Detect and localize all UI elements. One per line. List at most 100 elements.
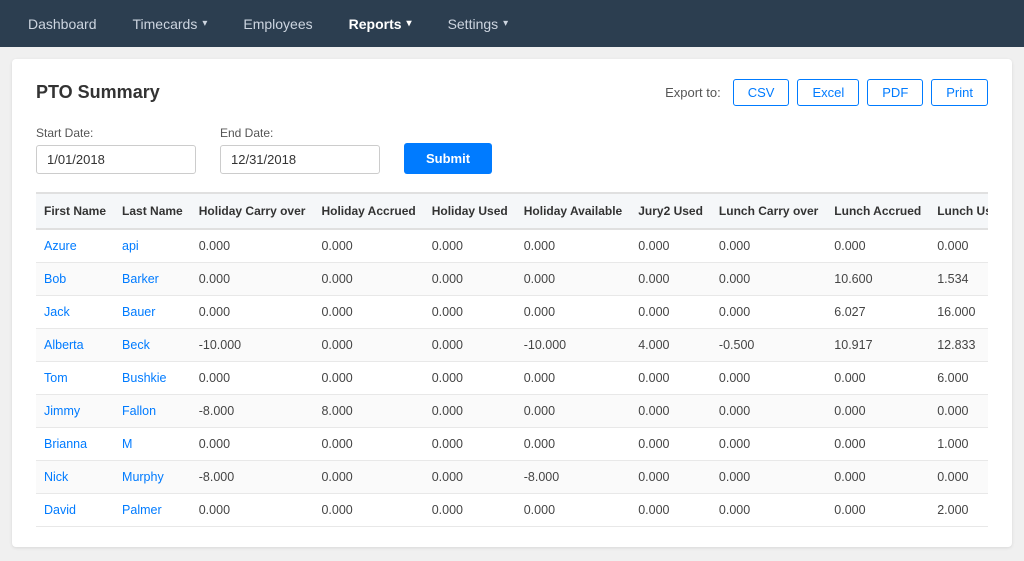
col-lunch-used: Lunch Used	[929, 193, 988, 229]
cell-hco: 0.000	[191, 296, 314, 329]
end-date-input[interactable]	[220, 145, 380, 174]
cell-lco: 0.000	[711, 428, 826, 461]
start-date-input[interactable]	[36, 145, 196, 174]
cell-lco: 0.000	[711, 296, 826, 329]
cell-lu: 16.000	[929, 296, 988, 329]
cell-ha: 0.000	[313, 461, 423, 494]
cell-hu: 0.000	[424, 395, 516, 428]
cell-la: 0.000	[826, 395, 929, 428]
cell-j2u: 0.000	[630, 395, 711, 428]
table-row: BobBarker0.0000.0000.0000.0000.0000.0001…	[36, 263, 988, 296]
nav-settings[interactable]: Settings ▾	[430, 0, 527, 47]
chevron-down-icon-reports: ▾	[407, 18, 412, 29]
cell-hu: 0.000	[424, 461, 516, 494]
export-label: Export to:	[665, 85, 721, 100]
cell-first-name[interactable]: Jack	[36, 296, 114, 329]
cell-ha: 0.000	[313, 329, 423, 362]
page-header: PTO Summary Export to: CSV Excel PDF Pri…	[36, 79, 988, 106]
cell-last-name[interactable]: Fallon	[114, 395, 191, 428]
export-csv-button[interactable]: CSV	[733, 79, 790, 106]
cell-j2u: 0.000	[630, 428, 711, 461]
cell-j2u: 0.000	[630, 296, 711, 329]
table-row: TomBushkie0.0000.0000.0000.0000.0000.000…	[36, 362, 988, 395]
cell-last-name[interactable]: Barker	[114, 263, 191, 296]
cell-j2u: 0.000	[630, 263, 711, 296]
nav-timecards-label: Timecards	[133, 16, 198, 32]
cell-first-name[interactable]: Brianna	[36, 428, 114, 461]
cell-lco: 0.000	[711, 263, 826, 296]
col-holiday-accrued: Holiday Accrued	[313, 193, 423, 229]
cell-hco: -10.000	[191, 329, 314, 362]
nav-reports[interactable]: Reports ▾	[331, 0, 430, 47]
cell-hav: -8.000	[516, 461, 630, 494]
cell-last-name[interactable]: M	[114, 428, 191, 461]
cell-ha: 0.000	[313, 494, 423, 527]
table-row: AlbertaBeck-10.0000.0000.000-10.0004.000…	[36, 329, 988, 362]
cell-hco: -8.000	[191, 395, 314, 428]
export-pdf-button[interactable]: PDF	[867, 79, 923, 106]
cell-hco: 0.000	[191, 263, 314, 296]
cell-lco: -0.500	[711, 329, 826, 362]
cell-first-name[interactable]: Nick	[36, 461, 114, 494]
start-date-field: Start Date:	[36, 126, 196, 174]
cell-first-name[interactable]: Alberta	[36, 329, 114, 362]
export-excel-button[interactable]: Excel	[797, 79, 859, 106]
cell-la: 0.000	[826, 229, 929, 263]
cell-lu: 0.000	[929, 229, 988, 263]
cell-hav: 0.000	[516, 428, 630, 461]
nav-timecards[interactable]: Timecards ▾	[115, 0, 226, 47]
cell-hav: 0.000	[516, 395, 630, 428]
table-row: BriannaM0.0000.0000.0000.0000.0000.0000.…	[36, 428, 988, 461]
col-lunch-accrued: Lunch Accrued	[826, 193, 929, 229]
cell-hco: 0.000	[191, 428, 314, 461]
table-row: Azureapi0.0000.0000.0000.0000.0000.0000.…	[36, 229, 988, 263]
cell-hav: 0.000	[516, 263, 630, 296]
nav-dashboard[interactable]: Dashboard	[10, 0, 115, 47]
cell-first-name[interactable]: Azure	[36, 229, 114, 263]
cell-last-name[interactable]: api	[114, 229, 191, 263]
table-body: Azureapi0.0000.0000.0000.0000.0000.0000.…	[36, 229, 988, 527]
main-content: PTO Summary Export to: CSV Excel PDF Pri…	[12, 59, 1012, 547]
cell-lu: 6.000	[929, 362, 988, 395]
cell-first-name[interactable]: Jimmy	[36, 395, 114, 428]
date-filter-row: Start Date: End Date: Submit	[36, 126, 988, 174]
cell-hav: 0.000	[516, 296, 630, 329]
cell-la: 10.600	[826, 263, 929, 296]
cell-last-name[interactable]: Bushkie	[114, 362, 191, 395]
cell-hav: 0.000	[516, 229, 630, 263]
cell-hu: 0.000	[424, 263, 516, 296]
cell-ha: 8.000	[313, 395, 423, 428]
cell-lu: 1.000	[929, 428, 988, 461]
cell-last-name[interactable]: Murphy	[114, 461, 191, 494]
cell-first-name[interactable]: Bob	[36, 263, 114, 296]
cell-la: 0.000	[826, 362, 929, 395]
cell-hav: 0.000	[516, 494, 630, 527]
cell-first-name[interactable]: David	[36, 494, 114, 527]
cell-la: 10.917	[826, 329, 929, 362]
submit-button[interactable]: Submit	[404, 143, 492, 174]
nav-employees[interactable]: Employees	[225, 0, 330, 47]
cell-last-name[interactable]: Palmer	[114, 494, 191, 527]
cell-lu: 2.000	[929, 494, 988, 527]
end-date-field: End Date:	[220, 126, 380, 174]
cell-hco: 0.000	[191, 229, 314, 263]
cell-first-name[interactable]: Tom	[36, 362, 114, 395]
chevron-down-icon: ▾	[202, 18, 207, 29]
col-lunch-carry-over: Lunch Carry over	[711, 193, 826, 229]
cell-la: 0.000	[826, 428, 929, 461]
navigation: Dashboard Timecards ▾ Employees Reports …	[0, 0, 1024, 47]
export-group: Export to: CSV Excel PDF Print	[665, 79, 988, 106]
cell-la: 0.000	[826, 494, 929, 527]
nav-employees-label: Employees	[243, 16, 312, 32]
cell-last-name[interactable]: Bauer	[114, 296, 191, 329]
cell-hco: 0.000	[191, 362, 314, 395]
nav-reports-label: Reports	[349, 16, 402, 32]
cell-j2u: 0.000	[630, 362, 711, 395]
end-date-label: End Date:	[220, 126, 380, 140]
cell-last-name[interactable]: Beck	[114, 329, 191, 362]
cell-hco: 0.000	[191, 494, 314, 527]
page-title: PTO Summary	[36, 82, 160, 103]
cell-lco: 0.000	[711, 229, 826, 263]
cell-hco: -8.000	[191, 461, 314, 494]
export-print-button[interactable]: Print	[931, 79, 988, 106]
